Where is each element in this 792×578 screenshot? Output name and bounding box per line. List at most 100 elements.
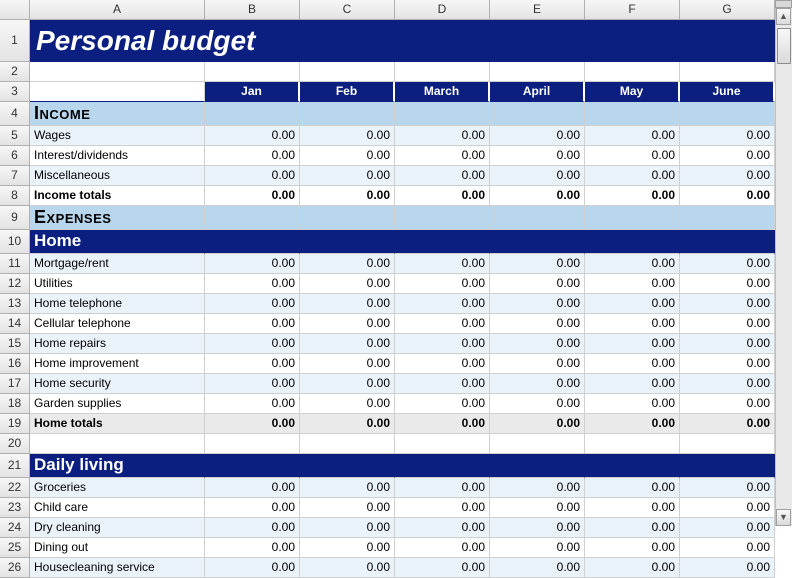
month-header[interactable]: May (585, 82, 680, 102)
cell[interactable] (490, 102, 585, 126)
row-header-22[interactable]: 22 (0, 478, 30, 498)
col-header-A[interactable]: A (30, 0, 205, 20)
row-label[interactable]: Cellular telephone (30, 314, 205, 334)
row-header-3[interactable]: 3 (0, 82, 30, 102)
cell[interactable] (395, 62, 490, 82)
row-header-18[interactable]: 18 (0, 394, 30, 414)
total-value[interactable]: 0.00 (300, 186, 395, 206)
row-header-21[interactable]: 21 (0, 454, 30, 478)
row-header-9[interactable]: 9 (0, 206, 30, 230)
cell-value[interactable]: 0.00 (585, 558, 680, 578)
cell-value[interactable]: 0.00 (205, 394, 300, 414)
cell[interactable] (680, 454, 775, 478)
scroll-up-button[interactable]: ▲ (776, 8, 791, 25)
row-label[interactable]: Groceries (30, 478, 205, 498)
vertical-scrollbar[interactable]: ▲ ▼ (775, 0, 792, 526)
cell-value[interactable]: 0.00 (300, 334, 395, 354)
cell-value[interactable]: 0.00 (680, 498, 775, 518)
cell-value[interactable]: 0.00 (395, 478, 490, 498)
cell-value[interactable]: 0.00 (205, 334, 300, 354)
cell-value[interactable]: 0.00 (395, 126, 490, 146)
cell[interactable] (585, 206, 680, 230)
cell[interactable] (205, 454, 300, 478)
cell-value[interactable]: 0.00 (585, 334, 680, 354)
cell-value[interactable]: 0.00 (680, 558, 775, 578)
row-header-15[interactable]: 15 (0, 334, 30, 354)
cell-value[interactable]: 0.00 (300, 146, 395, 166)
row-header-14[interactable]: 14 (0, 314, 30, 334)
row-header-24[interactable]: 24 (0, 518, 30, 538)
cell[interactable] (300, 102, 395, 126)
total-value[interactable]: 0.00 (680, 414, 775, 434)
cell-value[interactable]: 0.00 (680, 518, 775, 538)
cell-value[interactable]: 0.00 (585, 146, 680, 166)
cell-value[interactable]: 0.00 (490, 294, 585, 314)
cell[interactable] (395, 102, 490, 126)
cell-value[interactable]: 0.00 (300, 478, 395, 498)
month-header[interactable]: April (490, 82, 585, 102)
cell-value[interactable]: 0.00 (585, 498, 680, 518)
cell[interactable] (585, 434, 680, 454)
cell-value[interactable]: 0.00 (395, 538, 490, 558)
cell-value[interactable]: 0.00 (490, 166, 585, 186)
cell-value[interactable]: 0.00 (585, 274, 680, 294)
row-header-16[interactable]: 16 (0, 354, 30, 374)
total-value[interactable]: 0.00 (490, 414, 585, 434)
cell-value[interactable]: 0.00 (490, 254, 585, 274)
cell-value[interactable]: 0.00 (300, 166, 395, 186)
cell[interactable] (395, 230, 490, 254)
cell-value[interactable]: 0.00 (205, 558, 300, 578)
cell-value[interactable]: 0.00 (585, 166, 680, 186)
row-label[interactable]: Home telephone (30, 294, 205, 314)
month-header[interactable]: June (680, 82, 775, 102)
cell-value[interactable]: 0.00 (205, 254, 300, 274)
total-value[interactable]: 0.00 (205, 186, 300, 206)
cell-value[interactable]: 0.00 (680, 126, 775, 146)
row-label[interactable]: Home repairs (30, 334, 205, 354)
cell[interactable] (205, 102, 300, 126)
row-header-7[interactable]: 7 (0, 166, 30, 186)
cell[interactable] (300, 434, 395, 454)
cell[interactable] (490, 454, 585, 478)
row-header-5[interactable]: 5 (0, 126, 30, 146)
section-heading-expenses[interactable]: Expenses (30, 206, 205, 230)
subsection-heading-home[interactable]: Home (30, 230, 205, 254)
cell[interactable] (490, 206, 585, 230)
cell-value[interactable]: 0.00 (395, 518, 490, 538)
cell-value[interactable]: 0.00 (490, 394, 585, 414)
cell-value[interactable]: 0.00 (680, 274, 775, 294)
col-header-F[interactable]: F (585, 0, 680, 20)
row-label[interactable]: Miscellaneous (30, 166, 205, 186)
cell-value[interactable]: 0.00 (395, 294, 490, 314)
cell[interactable] (205, 62, 300, 82)
cell[interactable] (680, 434, 775, 454)
col-header-C[interactable]: C (300, 0, 395, 20)
cell-value[interactable]: 0.00 (300, 294, 395, 314)
cell[interactable] (395, 434, 490, 454)
row-header-20[interactable]: 20 (0, 434, 30, 454)
cell-value[interactable]: 0.00 (680, 146, 775, 166)
cell[interactable] (205, 230, 300, 254)
cell-value[interactable]: 0.00 (395, 354, 490, 374)
cell[interactable] (585, 102, 680, 126)
cell-value[interactable]: 0.00 (585, 538, 680, 558)
cell-value[interactable]: 0.00 (585, 354, 680, 374)
cell-value[interactable]: 0.00 (205, 274, 300, 294)
row-label[interactable]: Home security (30, 374, 205, 394)
col-header-E[interactable]: E (490, 0, 585, 20)
row-label[interactable]: Child care (30, 498, 205, 518)
cell-value[interactable]: 0.00 (490, 478, 585, 498)
cell-value[interactable]: 0.00 (300, 254, 395, 274)
cell-value[interactable]: 0.00 (490, 498, 585, 518)
cell-value[interactable]: 0.00 (395, 334, 490, 354)
cell-value[interactable]: 0.00 (205, 518, 300, 538)
total-label[interactable]: Home totals (30, 414, 205, 434)
cell[interactable] (300, 230, 395, 254)
cell-value[interactable]: 0.00 (490, 538, 585, 558)
title-cell[interactable]: Personal budget (30, 20, 775, 62)
row-label[interactable]: Housecleaning service (30, 558, 205, 578)
split-handle[interactable] (775, 0, 792, 8)
total-value[interactable]: 0.00 (300, 414, 395, 434)
cell[interactable] (585, 62, 680, 82)
cell-value[interactable]: 0.00 (205, 166, 300, 186)
